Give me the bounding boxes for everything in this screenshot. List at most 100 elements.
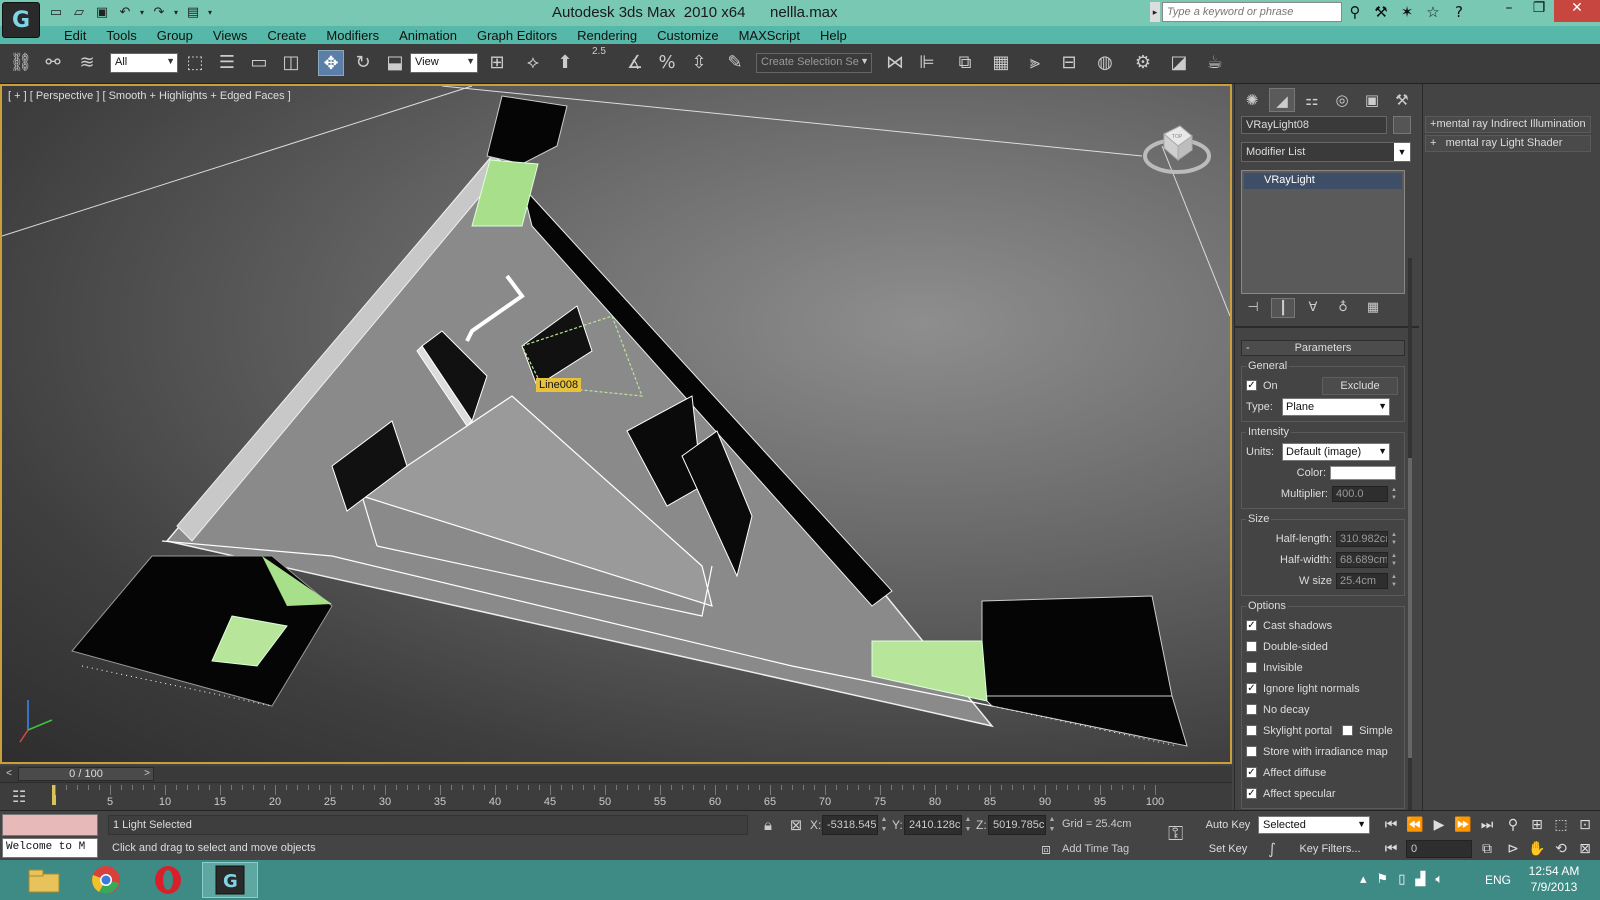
time-configuration-icon[interactable]: ⧉ <box>1476 839 1498 859</box>
device-icon[interactable]: ▯ <box>1398 872 1405 887</box>
key-mode-toggle-icon[interactable]: ⏮ <box>1380 839 1402 859</box>
time-tag-icon[interactable]: ⧈ <box>1036 839 1056 859</box>
select-and-move-icon[interactable]: ✥ <box>318 50 344 76</box>
on-checkbox[interactable]: ✓ <box>1246 380 1257 391</box>
previous-frame-arrow-icon[interactable]: < <box>2 767 16 781</box>
menu-edit[interactable]: Edit <box>54 27 96 44</box>
orbit-icon[interactable]: ⟲ <box>1550 839 1572 859</box>
go-to-start-icon[interactable]: ⏮ <box>1380 815 1402 835</box>
x-coord-field[interactable]: -5318.545 <box>822 815 878 835</box>
scene-geometry[interactable] <box>2 86 1230 762</box>
configure-modifier-sets-icon[interactable]: ▦ <box>1361 298 1385 318</box>
pan-view-icon[interactable]: ✋ <box>1526 839 1548 859</box>
perspective-viewport[interactable]: [ + ] [ Perspective ] [ Smooth + Highlig… <box>0 84 1232 764</box>
clock-time[interactable]: 12:54 AM <box>1524 864 1584 878</box>
bind-space-warp-icon[interactable]: ≋ <box>74 50 100 76</box>
window-crossing-icon[interactable]: ◫ <box>278 50 304 76</box>
qat-dropdown-icon[interactable]: ▾ <box>206 4 214 22</box>
time-slider[interactable]: < 0 / 100 > <box>0 766 1232 782</box>
select-and-scale-icon[interactable]: ⬓ <box>382 50 408 76</box>
current-frame-field[interactable]: 0 <box>1406 840 1472 858</box>
undo-dropdown-icon[interactable]: ▾ <box>138 4 146 22</box>
add-time-tag[interactable]: Add Time Tag <box>1062 843 1129 855</box>
key-mode-dropdown[interactable]: Selected ▼ <box>1258 816 1370 834</box>
option-checkbox[interactable] <box>1246 725 1257 736</box>
maxscript-listener-input[interactable] <box>2 814 98 836</box>
multiplier-spinner-icon[interactable]: ▲ ▼ <box>1390 486 1398 502</box>
display-tab-icon[interactable]: ▣ <box>1359 88 1385 112</box>
keyboard-shortcut-override-icon[interactable]: ⬆ <box>552 50 578 76</box>
minimize-button[interactable]: – <box>1494 0 1524 22</box>
absolute-mode-icon[interactable]: ⊠ <box>786 815 806 835</box>
menu-graph-editors[interactable]: Graph Editors <box>467 27 567 44</box>
select-by-name-icon[interactable]: ☰ <box>214 50 240 76</box>
set-key-button[interactable]: Set Key <box>1204 839 1252 859</box>
half-width-spinner-icon[interactable]: ▲ ▼ <box>1390 552 1398 568</box>
volume-icon[interactable]: 🔈︎ <box>1435 872 1443 887</box>
option-checkbox[interactable]: ✓ <box>1246 683 1257 694</box>
create-tab-icon[interactable]: ✺ <box>1239 88 1265 112</box>
half-length-field[interactable]: 310.982cı <box>1336 530 1388 547</box>
motion-tab-icon[interactable]: ◎ <box>1329 88 1355 112</box>
w-size-field[interactable]: 25.4cm <box>1336 572 1388 589</box>
auto-key-button[interactable]: Auto Key <box>1204 815 1252 835</box>
pivot-center-icon[interactable]: ⊞ <box>484 50 510 76</box>
multiplier-field[interactable]: 400.0 <box>1332 485 1388 502</box>
search-expand-icon[interactable]: ▸ <box>1150 2 1160 22</box>
y-spinner-icon[interactable]: ▲ ▼ <box>964 815 972 835</box>
restore-button[interactable]: ❐ <box>1524 0 1554 22</box>
binoculars-icon[interactable]: ⚲ <box>1344 2 1366 22</box>
modifier-stack[interactable]: VRayLight <box>1241 170 1405 294</box>
angle-snap-icon[interactable]: ∡ <box>622 50 648 76</box>
menu-tools[interactable]: Tools <box>96 27 146 44</box>
light-type-dropdown[interactable]: Plane ▼ <box>1282 397 1390 416</box>
make-unique-icon[interactable]: ∀ <box>1301 298 1325 318</box>
command-panel-scrollbar[interactable] <box>1408 258 1412 810</box>
indirect-illumination-rollout[interactable]: +mental ray Indirect Illumination <box>1425 116 1591 133</box>
exclude-button[interactable]: Exclude <box>1322 376 1398 395</box>
default-in-out-tangent-icon[interactable]: ∫ <box>1262 839 1282 859</box>
scrollbar-thumb[interactable] <box>1408 458 1412 758</box>
explorer-icon[interactable] <box>16 862 72 898</box>
rectangular-selection-icon[interactable]: ▭ <box>246 50 272 76</box>
input-language[interactable]: ENG <box>1485 873 1511 887</box>
select-and-rotate-icon[interactable]: ↻ <box>350 50 376 76</box>
project-folder-icon[interactable]: ▤ <box>183 4 203 22</box>
z-spinner-icon[interactable]: ▲ ▼ <box>1048 815 1056 835</box>
object-name-field[interactable]: VRayLight08 <box>1241 116 1387 134</box>
option-checkbox[interactable] <box>1246 704 1257 715</box>
simple-checkbox[interactable] <box>1342 725 1354 736</box>
new-file-icon[interactable]: ▭ <box>46 4 66 22</box>
x-spinner-icon[interactable]: ▲ ▼ <box>880 815 888 835</box>
go-to-end-icon[interactable]: ⏭ <box>1476 815 1498 835</box>
lock-icon[interactable]: 🔒︎ <box>758 815 778 835</box>
modify-tab-icon[interactable]: ◢ <box>1269 88 1295 112</box>
hierarchy-tab-icon[interactable]: ⚏ <box>1299 88 1325 112</box>
zoom-extents-all-icon[interactable]: ⊡ <box>1574 815 1596 835</box>
redo-icon[interactable]: ↷ <box>149 4 169 22</box>
schematic-view-icon[interactable]: ⊟ <box>1056 50 1082 76</box>
named-selection-sets-dropdown[interactable]: Create Selection Se ▼ <box>756 53 872 73</box>
select-object-icon[interactable]: ⬚ <box>182 50 208 76</box>
track-bar[interactable]: ☷ 5 10 15 20 25 30 35 40 45 50 55 60 65 70 75 80 85 90 95 1… <box>0 782 1232 810</box>
unlink-selection-icon[interactable]: ⚯ <box>40 50 66 76</box>
half-length-spinner-icon[interactable]: ▲ ▼ <box>1390 531 1398 547</box>
search-input[interactable]: Type a keyword or phrase <box>1162 2 1342 22</box>
render-setup-icon[interactable]: ⚙ <box>1130 50 1156 76</box>
communication-center-icon[interactable]: ✶ <box>1396 2 1418 22</box>
light-shader-rollout[interactable]: + mental ray Light Shader <box>1425 135 1591 152</box>
menu-maxscript[interactable]: MAXScript <box>729 27 810 44</box>
maximize-viewport-icon[interactable]: ⊠ <box>1574 839 1596 859</box>
open-file-icon[interactable]: ▱ <box>69 4 89 22</box>
clock-date[interactable]: 7/9/2013 <box>1524 880 1584 894</box>
w-size-spinner-icon[interactable]: ▲ ▼ <box>1390 573 1398 589</box>
viewport-label[interactable]: [ + ] [ Perspective ] [ Smooth + Highlig… <box>8 90 291 102</box>
zoom-extents-icon[interactable]: ⬚ <box>1550 815 1572 835</box>
close-button[interactable]: ✕ <box>1554 0 1600 22</box>
option-checkbox[interactable] <box>1246 746 1257 757</box>
undo-icon[interactable]: ↶ <box>115 4 135 22</box>
chrome-icon[interactable] <box>78 862 134 898</box>
graphite-ribbon-icon[interactable]: ▦ <box>988 50 1014 76</box>
menu-modifiers[interactable]: Modifiers <box>316 27 389 44</box>
option-checkbox[interactable]: ✓ <box>1246 767 1257 778</box>
